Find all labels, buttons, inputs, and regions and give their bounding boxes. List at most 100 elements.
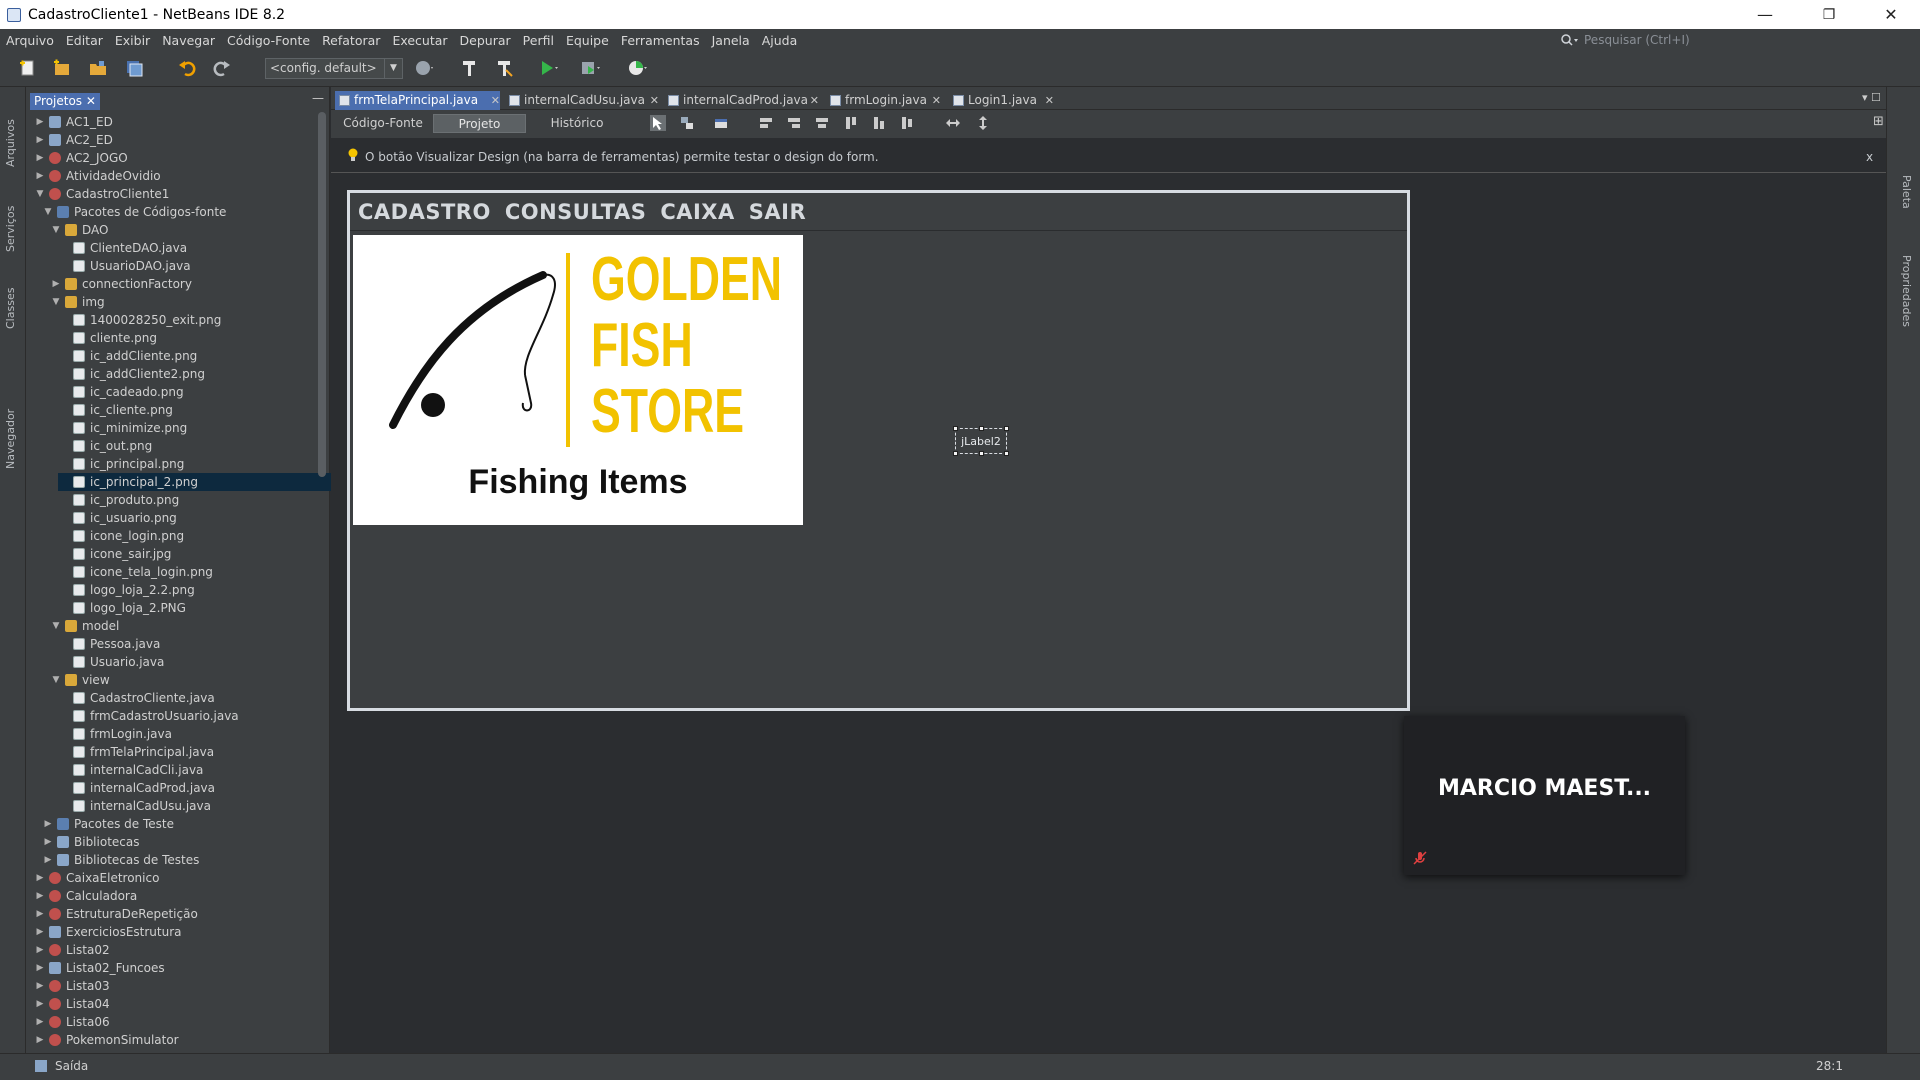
align-top-icon[interactable] — [843, 115, 859, 131]
tab-frmTelaPrincipal[interactable]: frmTelaPrincipal.java ✕ — [335, 91, 500, 110]
new-file-icon[interactable] — [18, 58, 38, 78]
tree-item[interactable]: icone_login.png — [58, 527, 184, 545]
resize-handle[interactable] — [1004, 451, 1009, 456]
tree-item[interactable]: logo_loja_2.PNG — [58, 599, 186, 617]
tree-item[interactable]: Pessoa.java — [58, 635, 160, 653]
menu-janela[interactable]: Janela — [706, 33, 756, 48]
menu-exibir[interactable]: Exibir — [109, 33, 156, 48]
close-button[interactable]: ✕ — [1862, 0, 1920, 29]
expand-icon[interactable]: ▶ — [34, 153, 46, 163]
align-bottom-icon[interactable] — [871, 115, 887, 131]
menu-editar[interactable]: Editar — [60, 33, 109, 48]
globe-icon[interactable] — [414, 58, 434, 78]
tree-item[interactable]: icone_tela_login.png — [58, 563, 213, 581]
close-icon[interactable]: ✕ — [650, 91, 659, 110]
resize-handle[interactable] — [1004, 426, 1009, 431]
tab-internalCadProd[interactable]: internalCadProd.java ✕ — [664, 91, 819, 110]
jlabel2-component[interactable]: jLabel2 — [953, 426, 1009, 456]
menu-ajuda[interactable]: Ajuda — [756, 33, 804, 48]
minimize-panel-icon[interactable]: — — [312, 91, 324, 105]
close-icon[interactable]: ✕ — [1045, 91, 1054, 110]
tree-item[interactable]: ▶ ExerciciosEstrutura — [34, 923, 182, 941]
form-menu-consultas[interactable]: CONSULTAS — [505, 200, 647, 224]
expand-icon[interactable]: ▶ — [34, 891, 46, 901]
tree-item[interactable]: internalCadCli.java — [58, 761, 203, 779]
redo-icon[interactable] — [212, 58, 232, 78]
expand-icon[interactable]: ▶ — [34, 963, 46, 973]
save-all-icon[interactable] — [124, 58, 144, 78]
preview-design-icon[interactable] — [713, 115, 729, 131]
align-right-icon[interactable] — [786, 115, 802, 131]
align-middle-icon[interactable] — [899, 115, 915, 131]
tree-item[interactable]: ▶ Lista03 — [34, 977, 110, 995]
tree-item[interactable]: ▶ Lista06 — [34, 1013, 110, 1031]
tree-item[interactable]: ▶ Bibliotecas — [42, 833, 140, 851]
tree-item[interactable]: ic_minimize.png — [58, 419, 187, 437]
side-tab-classes[interactable]: Classes — [4, 288, 17, 329]
close-icon[interactable]: ✕ — [491, 91, 500, 110]
expand-icon[interactable]: ▶ — [34, 135, 46, 145]
tree-item[interactable]: ic_principal.png — [58, 455, 184, 473]
menu-executar[interactable]: Executar — [386, 33, 453, 48]
tree-item[interactable]: icone_sair.jpg — [58, 545, 171, 563]
tree-item[interactable]: ic_addCliente.png — [58, 347, 197, 365]
tree-item[interactable]: internalCadProd.java — [58, 779, 215, 797]
tree-item[interactable]: ▶ AtividadeOvidio — [34, 167, 161, 185]
output-tab[interactable]: Saída — [55, 1059, 88, 1073]
side-tab-palette[interactable]: Paleta — [1900, 175, 1913, 209]
collapse-icon[interactable]: ▼ — [50, 621, 62, 631]
tree-item[interactable]: ▼ CadastroCliente1 — [34, 185, 170, 203]
expand-icon[interactable]: ▶ — [34, 945, 46, 955]
projects-tab[interactable]: Projetos ✕ — [30, 93, 100, 110]
close-icon[interactable]: ✕ — [810, 91, 819, 110]
form-menu-caixa[interactable]: CAIXA — [660, 200, 734, 224]
tree-item[interactable]: internalCadUsu.java — [58, 797, 211, 815]
expand-icon[interactable]: ▶ — [34, 981, 46, 991]
jframe-form[interactable]: CADASTRO CONSULTAS CAIXA SAIR GOLDEN FIS… — [347, 190, 1410, 711]
close-icon[interactable]: ✕ — [932, 91, 941, 110]
tree-item[interactable]: ▶ AC1_ED — [34, 113, 113, 131]
tree-item[interactable]: ▶ Bibliotecas de Testes — [42, 851, 200, 869]
form-menu-cadastro[interactable]: CADASTRO — [358, 200, 491, 224]
tree-item[interactable]: ic_usuario.png — [58, 509, 177, 527]
tree-item[interactable]: ic_produto.png — [58, 491, 179, 509]
resize-handle[interactable] — [953, 451, 958, 456]
tree-item[interactable]: ▶ PokemonSimulator — [34, 1031, 179, 1049]
tree-item[interactable]: Usuario.java — [58, 653, 164, 671]
view-source-button[interactable]: Código-Fonte — [338, 114, 428, 133]
side-tab-files[interactable]: Arquivos — [4, 119, 17, 167]
tree-item[interactable]: ▼ view — [50, 671, 110, 689]
menu-perfil[interactable]: Perfil — [517, 33, 560, 48]
tree-item[interactable]: frmCadastroUsuario.java — [58, 707, 239, 725]
expand-icon[interactable]: ▶ — [34, 909, 46, 919]
expand-icon[interactable]: ▶ — [42, 855, 54, 865]
tree-item[interactable]: ▶ AC2_ED — [34, 131, 113, 149]
tree-item[interactable]: ▶ connectionFactory — [50, 275, 192, 293]
expand-icon[interactable]: ▶ — [34, 117, 46, 127]
clean-build-icon[interactable] — [494, 58, 514, 78]
tree-item[interactable]: ic_addCliente2.png — [58, 365, 205, 383]
side-tab-properties[interactable]: Propriedades — [1900, 255, 1913, 327]
tree-item[interactable]: ▼ Pacotes de Códigos-fonte — [42, 203, 227, 221]
tree-item[interactable]: ▶ Lista02_Funcoes — [34, 959, 165, 977]
selection-mode-icon[interactable] — [650, 115, 666, 131]
config-select[interactable]: <config. default> ▼ — [265, 58, 403, 79]
connection-mode-icon[interactable] — [679, 115, 695, 131]
tab-list-icon[interactable]: ▾ ☐ — [1862, 91, 1881, 104]
expand-icon[interactable]: ▶ — [34, 873, 46, 883]
restore-button[interactable]: ❐ — [1800, 0, 1858, 29]
debug-icon[interactable] — [580, 58, 600, 78]
tree-item[interactable]: frmLogin.java — [58, 725, 172, 743]
align-left-icon[interactable] — [758, 115, 774, 131]
close-icon[interactable]: ✕ — [86, 94, 96, 108]
tree-item[interactable]: ic_cliente.png — [58, 401, 173, 419]
menu-refatorar[interactable]: Refatorar — [316, 33, 386, 48]
expand-icon[interactable]: ▶ — [42, 819, 54, 829]
expand-icon[interactable]: ▶ — [34, 927, 46, 937]
tab-internalCadUsu[interactable]: internalCadUsu.java ✕ — [505, 91, 659, 110]
menu-equipe[interactable]: Equipe — [560, 33, 615, 48]
minimize-button[interactable]: — — [1736, 0, 1794, 29]
tree-item[interactable]: ic_principal_2.png — [58, 473, 348, 491]
tab-Login1[interactable]: Login1.java ✕ — [949, 91, 1054, 110]
expand-icon[interactable]: ▶ — [42, 837, 54, 847]
